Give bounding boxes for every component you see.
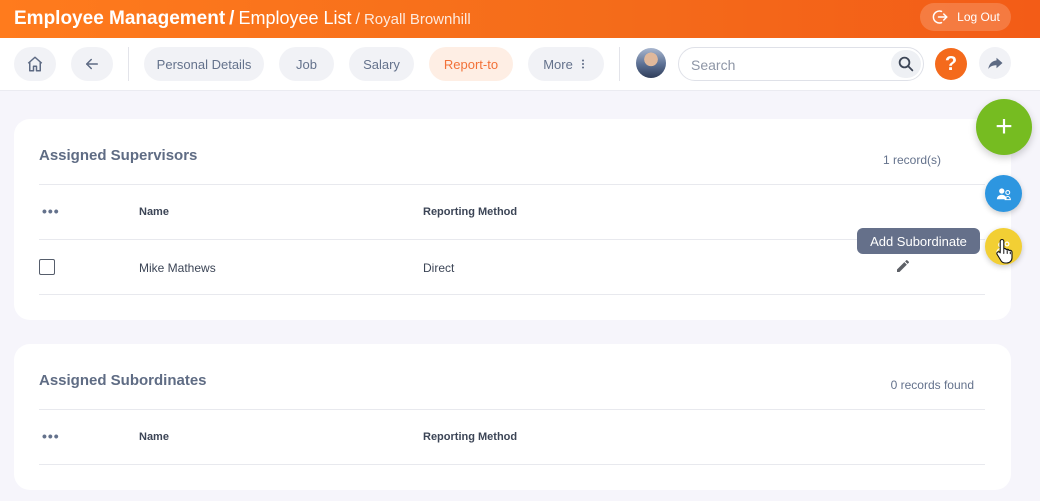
home-button[interactable] [14, 47, 56, 81]
tab-personal-details[interactable]: Personal Details [144, 47, 264, 81]
toolbar-divider [619, 47, 620, 81]
supervisor-name: Mike Mathews [139, 261, 216, 275]
add-supervisor-icon [996, 187, 1011, 200]
tab-report-to[interactable]: Report-to [429, 47, 513, 81]
tab-label: Report-to [443, 56, 499, 72]
toolbar-divider [128, 47, 129, 81]
help-button[interactable]: ? [935, 48, 967, 80]
share-button[interactable] [979, 47, 1011, 79]
supervisor-reporting-method: Direct [423, 261, 455, 275]
breadcrumb-employee: Royall Brownhill [363, 11, 471, 28]
supervisors-record-count: 1 record(s) [882, 153, 941, 167]
breadcrumb-separator: / [355, 11, 360, 28]
plus-icon: + [995, 110, 1013, 143]
divider [39, 409, 985, 410]
tab-salary[interactable]: Salary [349, 47, 414, 81]
supervisors-title: Assigned Supervisors [39, 147, 198, 164]
column-header-reporting-method: Reporting Method [423, 206, 518, 218]
subordinates-title: Assigned Subordinates [39, 372, 207, 389]
toolbar: Personal Details Job Salary Report-to Mo… [0, 38, 1040, 91]
search-icon [898, 56, 914, 72]
home-icon [27, 56, 43, 72]
subordinates-actions-header[interactable]: ••• [42, 428, 60, 444]
tab-job[interactable]: Job [279, 47, 334, 81]
breadcrumb: Employee Management / Employee List / Royall… [14, 8, 471, 30]
subordinates-card: Assigned Subordinates 0 records found ••… [14, 344, 1011, 490]
divider [39, 184, 985, 185]
column-header-name: Name [139, 431, 169, 443]
edit-icon[interactable] [895, 258, 911, 274]
breadcrumb-separator: / [229, 8, 235, 29]
add-fab-button[interactable]: + [976, 99, 1032, 155]
breadcrumb-page[interactable]: Employee List [238, 8, 351, 28]
add-supervisor-button[interactable] [985, 175, 1022, 212]
breadcrumb-module[interactable]: Employee Management [14, 8, 225, 29]
kebab-icon [581, 59, 584, 69]
supervisors-card: Assigned Supervisors 1 record(s) ••• Nam… [14, 119, 1011, 320]
tab-label: Salary [363, 56, 400, 72]
divider [39, 239, 985, 240]
subordinates-record-count: 0 records found [890, 378, 974, 392]
avatar[interactable] [636, 48, 666, 78]
divider [39, 464, 985, 465]
share-icon [988, 57, 1003, 69]
supervisors-actions-header[interactable]: ••• [42, 203, 60, 219]
logout-button[interactable]: Log Out [920, 3, 1011, 31]
logout-label: Log Out [957, 10, 1000, 24]
help-icon: ? [944, 52, 958, 75]
back-arrow-icon [86, 58, 98, 70]
tab-label: Job [296, 56, 317, 72]
tab-more[interactable]: More [528, 47, 604, 81]
add-subordinate-tooltip: Add Subordinate [857, 228, 980, 254]
search-input[interactable] [691, 55, 881, 75]
back-button[interactable] [71, 47, 113, 81]
column-header-name: Name [139, 206, 169, 218]
row-checkbox[interactable] [39, 259, 55, 275]
pointer-cursor-icon [996, 238, 1013, 264]
tab-label: Personal Details [156, 56, 252, 72]
divider [39, 294, 985, 295]
column-header-reporting-method: Reporting Method [423, 431, 518, 443]
search-box [678, 47, 924, 81]
logout-icon [932, 10, 948, 24]
top-header: Employee Management / Employee List / Royall… [0, 0, 1040, 38]
tab-label: More [543, 56, 573, 72]
search-button[interactable] [891, 50, 921, 78]
